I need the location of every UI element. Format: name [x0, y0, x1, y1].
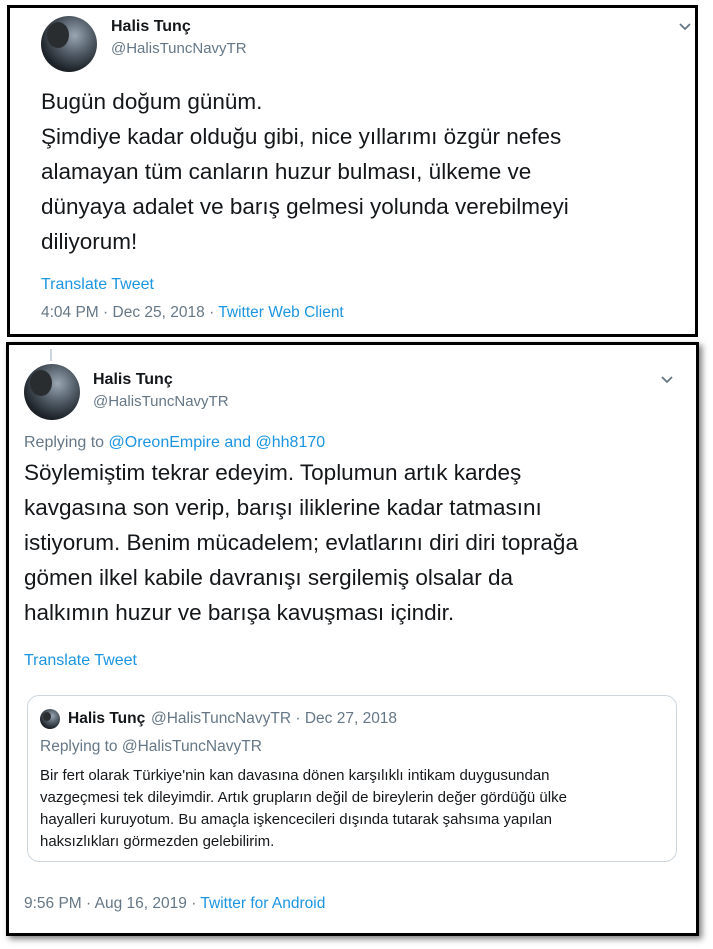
meta-separator: · — [209, 304, 215, 321]
meta-separator: · — [103, 304, 109, 321]
replying-mention: @HalisTuncNavyTR — [121, 738, 262, 755]
reply-mention-link[interactable]: @OreonEmpire — [109, 434, 220, 451]
tweet-text: Bugün doğum günüm. Şimdiye kadar olduğu … — [41, 84, 569, 259]
tweet-text-line: kavgasına son verip, barışı iliklerine k… — [24, 495, 542, 520]
tweet-card-2[interactable]: Halis Tunç @HalisTuncNavyTR Replying to … — [6, 342, 699, 936]
tweet-source-link[interactable]: Twitter for Android — [200, 895, 325, 912]
quoted-tweet-text: Bir fert olarak Türkiye'nin kan davasına… — [40, 765, 567, 853]
quoted-text-line: vazgeçmesi tek dileyimdir. Artık gruplar… — [40, 789, 567, 806]
meta-separator: · — [86, 895, 92, 912]
tweet-date[interactable]: Dec 25, 2018 — [113, 304, 205, 321]
tweet-card-1[interactable]: Halis Tunç @HalisTuncNavyTR Bugün doğum … — [7, 5, 698, 337]
tweet-text-line: halkımın huzur ve barışa kavuşması içind… — [24, 600, 455, 625]
tweet-text-line: Şimdiye kadar olduğu gibi, nice yıllarım… — [41, 124, 562, 149]
meta-separator: · — [191, 895, 197, 912]
meta-separator: · — [295, 710, 301, 727]
quoted-text-line: Bir fert olarak Türkiye'nin kan davasına… — [40, 767, 550, 784]
replying-to: Replying to @OreonEmpire and @hh8170 — [24, 434, 325, 452]
replying-prefix: Replying to — [40, 738, 118, 755]
chevron-down-icon[interactable] — [660, 375, 674, 385]
tweet-text: Söylemiştim tekrar edeyim. Toplumun artı… — [24, 455, 578, 630]
tweet-source-link[interactable]: Twitter Web Client — [218, 304, 343, 321]
tweet-time[interactable]: 9:56 PM — [24, 895, 82, 912]
translate-tweet-link[interactable]: Translate Tweet — [24, 652, 137, 670]
quoted-tweet[interactable]: Halis Tunç @HalisTuncNavyTR · Dec 27, 20… — [27, 695, 677, 862]
quoted-author-name: Halis Tunç — [68, 710, 146, 727]
tweet-text-line: istiyorum. Benim mücadelem; evlatlarını … — [24, 530, 578, 555]
tweet-text-line: alamayan tüm canların huzur bulması, ülk… — [41, 159, 532, 184]
quoted-meta: @HalisTuncNavyTR · Dec 27, 2018 — [151, 710, 397, 728]
quoted-text-line: haksızlıkları görmezden gelebilirim. — [40, 833, 275, 850]
author-handle[interactable]: @HalisTuncNavyTR — [111, 40, 247, 57]
avatar[interactable] — [24, 364, 80, 420]
reply-and[interactable]: and — [224, 434, 251, 451]
author-handle[interactable]: @HalisTuncNavyTR — [93, 393, 229, 410]
author-name[interactable]: Halis Tunç — [93, 371, 173, 389]
avatar[interactable] — [41, 16, 97, 72]
quoted-text-line: hayalleri kuruyotum. Bu amaçla işkenceci… — [40, 811, 552, 828]
thread-connector-line — [50, 349, 52, 361]
chevron-down-icon[interactable] — [678, 22, 692, 32]
tweet-text-line: dünyaya adalet ve barış gelmesi yolunda … — [41, 194, 569, 219]
author-name[interactable]: Halis Tunç — [111, 18, 191, 36]
tweet-text-line: Söylemiştim tekrar edeyim. Toplumun artı… — [24, 460, 522, 485]
tweet-text-line: diliyorum! — [41, 229, 138, 254]
reply-mention-link[interactable]: @hh8170 — [256, 434, 326, 451]
translate-tweet-link[interactable]: Translate Tweet — [41, 276, 154, 294]
tweet-time[interactable]: 4:04 PM — [41, 304, 99, 321]
replying-prefix: Replying to — [24, 434, 105, 451]
tweet-text-line: Bugün doğum günüm. — [41, 89, 263, 114]
tweet-meta: 4:04 PM · Dec 25, 2018 · Twitter Web Cli… — [41, 304, 344, 322]
tweet-meta: 9:56 PM · Aug 16, 2019 · Twitter for And… — [24, 895, 325, 913]
tweet-text-line: gömen ilkel kabile davranışı sergilemiş … — [24, 565, 513, 590]
quoted-replying-to: Replying to @HalisTuncNavyTR — [40, 738, 262, 756]
tweet-date[interactable]: Aug 16, 2019 — [95, 895, 187, 912]
avatar[interactable] — [40, 709, 60, 729]
quoted-date: Dec 27, 2018 — [304, 710, 398, 727]
quoted-author-handle: @HalisTuncNavyTR — [151, 710, 292, 727]
